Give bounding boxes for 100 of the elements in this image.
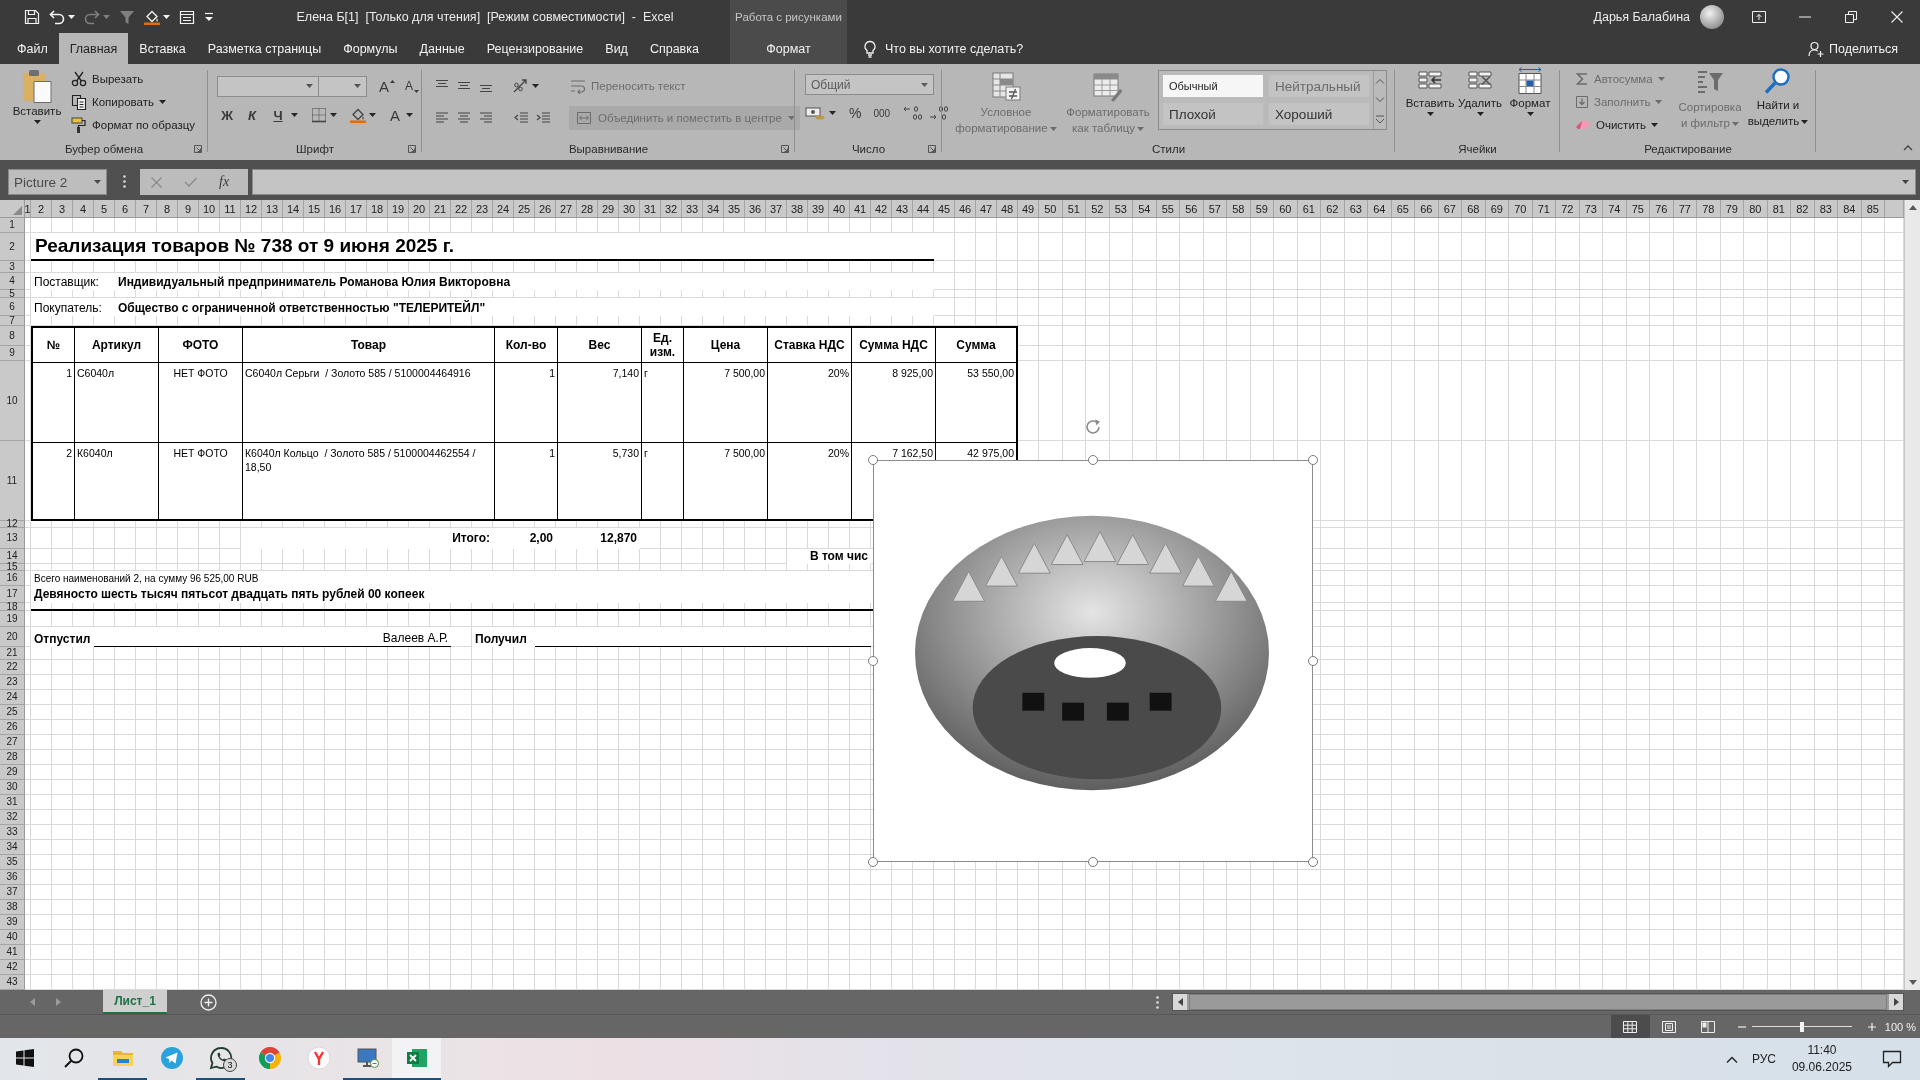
percent-style-button[interactable]: % xyxy=(846,105,865,121)
picture-frame[interactable] xyxy=(873,460,1313,862)
dialog-launcher-icon[interactable] xyxy=(194,145,202,153)
row-header[interactable]: 33 xyxy=(0,825,25,840)
column-header[interactable]: 59 xyxy=(1250,200,1274,218)
ribbon-options-icon[interactable] xyxy=(1751,9,1767,24)
column-header[interactable]: 29 xyxy=(598,200,619,218)
column-header[interactable]: 8 xyxy=(157,200,178,218)
column-header[interactable]: 35 xyxy=(724,200,745,218)
column-header[interactable]: 61 xyxy=(1297,200,1321,218)
column-header[interactable]: 14 xyxy=(283,200,304,218)
row-header[interactable]: 10 xyxy=(0,361,25,441)
column-header[interactable]: 56 xyxy=(1180,200,1204,218)
row-header[interactable]: 24 xyxy=(0,690,25,705)
column-header[interactable]: 24 xyxy=(493,200,514,218)
column-header[interactable]: 25 xyxy=(514,200,535,218)
row-header[interactable]: 42 xyxy=(0,960,25,975)
column-header[interactable]: 79 xyxy=(1720,200,1744,218)
vertical-scrollbar[interactable] xyxy=(1904,200,1920,990)
increase-font-size-button[interactable]: A xyxy=(375,77,398,95)
column-header[interactable]: 49 xyxy=(1018,200,1039,218)
add-sheet-icon[interactable] xyxy=(200,993,217,1011)
column-header[interactable]: 34 xyxy=(703,200,724,218)
avatar-icon[interactable] xyxy=(1700,4,1724,29)
name-box[interactable]: Picture 2 xyxy=(8,169,107,195)
decrease-font-size-button[interactable]: A xyxy=(402,79,422,93)
column-header[interactable]: 21 xyxy=(430,200,451,218)
row-header[interactable]: 34 xyxy=(0,840,25,855)
dialog-launcher-icon[interactable] xyxy=(408,145,416,153)
resize-handle[interactable] xyxy=(868,656,878,666)
column-header[interactable]: 85 xyxy=(1861,200,1885,218)
ribbon-tab[interactable]: Формулы xyxy=(332,33,409,64)
column-header[interactable]: 6 xyxy=(115,200,136,218)
thousands-separator-button[interactable]: 000 xyxy=(870,107,894,119)
ribbon-tab[interactable]: Вставка xyxy=(128,33,197,64)
row-header[interactable]: 16 xyxy=(0,571,25,586)
column-header[interactable]: 17 xyxy=(346,200,367,218)
minus-icon[interactable] xyxy=(1737,1025,1746,1028)
currency-icon[interactable] xyxy=(805,106,825,120)
column-header[interactable]: 33 xyxy=(682,200,703,218)
scroll-left-icon[interactable] xyxy=(1177,998,1183,1006)
ribbon-tab[interactable]: Вид xyxy=(594,33,639,64)
row-header[interactable]: 19 xyxy=(0,611,25,627)
row-header[interactable]: 38 xyxy=(0,900,25,915)
row-header[interactable]: 2 xyxy=(0,233,25,261)
resize-handle[interactable] xyxy=(1088,455,1098,465)
column-header[interactable]: 3 xyxy=(52,200,73,218)
column-header[interactable]: 50 xyxy=(1039,200,1063,218)
decrease-indent-icon[interactable] xyxy=(513,110,529,126)
column-header[interactable]: 58 xyxy=(1227,200,1251,218)
caret-icon[interactable] xyxy=(829,111,836,115)
column-header[interactable]: 42 xyxy=(871,200,892,218)
collapse-ribbon-icon[interactable] xyxy=(1903,145,1913,151)
caret-icon[interactable] xyxy=(330,113,337,117)
column-header[interactable]: 62 xyxy=(1321,200,1345,218)
column-header[interactable]: 13 xyxy=(262,200,283,218)
rotate-handle-icon[interactable] xyxy=(1084,418,1102,436)
row-header[interactable]: 20 xyxy=(0,627,25,647)
row-header[interactable]: 37 xyxy=(0,885,25,900)
delete-cells-button[interactable]: Удалить xyxy=(1455,67,1505,140)
row-header[interactable]: 27 xyxy=(0,735,25,750)
format-painter-button[interactable]: Формат по образцу xyxy=(68,113,199,136)
underline-button[interactable]: Ч xyxy=(268,107,288,123)
clock-time[interactable]: 11:40 xyxy=(1807,1042,1837,1059)
row-header[interactable]: 1 xyxy=(0,218,25,233)
row-header[interactable]: 6 xyxy=(0,298,25,316)
ribbon-tab[interactable]: Разметка страницы xyxy=(196,33,333,64)
taskbar-button[interactable] xyxy=(392,1038,441,1080)
column-header[interactable]: 63 xyxy=(1344,200,1368,218)
formula-field[interactable] xyxy=(252,169,1916,195)
column-header[interactable]: 47 xyxy=(976,200,997,218)
scroll-right-icon[interactable] xyxy=(1893,998,1899,1006)
row-header[interactable]: 3 xyxy=(0,261,25,273)
tell-me-field[interactable]: Что вы хотите сделать? xyxy=(885,41,1095,56)
column-header[interactable]: 51 xyxy=(1062,200,1086,218)
scrollbar-thumb[interactable] xyxy=(1189,994,1887,1010)
column-header[interactable]: 40 xyxy=(829,200,850,218)
scroll-up-icon[interactable] xyxy=(1908,205,1917,210)
ribbon-tab[interactable]: Справка xyxy=(638,33,710,64)
increase-indent-icon[interactable] xyxy=(535,110,551,126)
column-header[interactable]: 65 xyxy=(1391,200,1415,218)
row-header[interactable]: 9 xyxy=(0,346,25,361)
resize-handle[interactable] xyxy=(1308,455,1318,465)
caret-icon[interactable] xyxy=(291,113,298,117)
column-header[interactable]: 84 xyxy=(1838,200,1862,218)
zoom-level[interactable]: 100 % xyxy=(1884,1020,1916,1033)
ribbon-tab[interactable]: Данные xyxy=(408,33,476,64)
column-header[interactable]: 16 xyxy=(325,200,346,218)
save-icon[interactable] xyxy=(24,8,40,25)
row-header[interactable]: 29 xyxy=(0,765,25,780)
column-header[interactable]: 68 xyxy=(1462,200,1486,218)
column-header[interactable]: 30 xyxy=(619,200,640,218)
scroll-down-icon[interactable] xyxy=(1908,980,1917,985)
fill-color-icon[interactable] xyxy=(144,8,160,25)
drag-handle-icon[interactable] xyxy=(1156,995,1159,1009)
column-header[interactable]: 78 xyxy=(1697,200,1721,218)
caret-icon[interactable] xyxy=(406,113,413,117)
row-header[interactable]: 22 xyxy=(0,660,25,675)
insert-function-button[interactable]: fx xyxy=(219,174,230,190)
resize-handle[interactable] xyxy=(868,857,878,867)
